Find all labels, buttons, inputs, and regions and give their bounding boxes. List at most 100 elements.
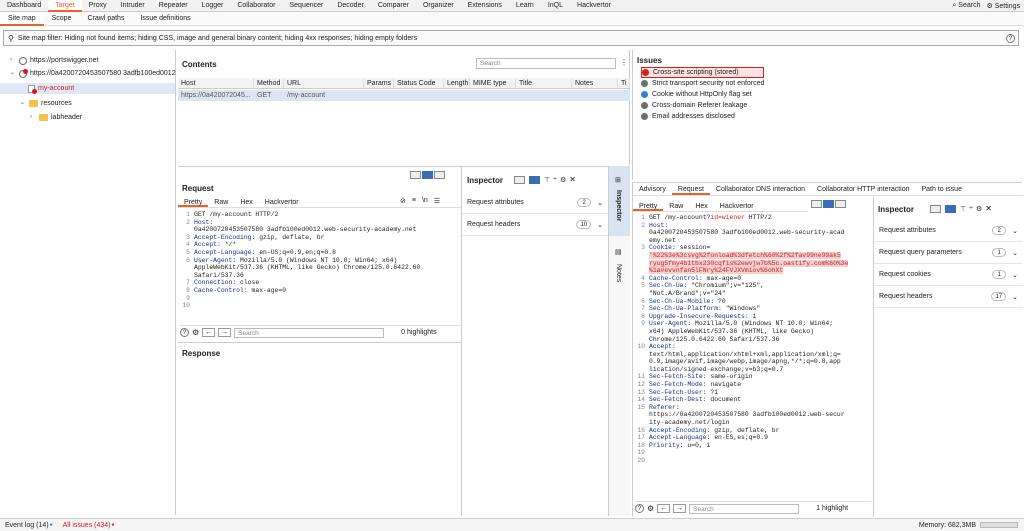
main-tab-inql[interactable]: InQL xyxy=(541,0,570,12)
main-tab-proxy[interactable]: Proxy xyxy=(82,0,114,12)
tree-item-lab-host[interactable]: ⌄ https://0a4200720453507580 3adfb100ed0… xyxy=(10,68,176,79)
column-header[interactable]: Ti xyxy=(618,78,630,88)
tab-pretty[interactable]: Pretty xyxy=(633,201,664,211)
column-header[interactable]: Params xyxy=(364,78,394,88)
inspector-section[interactable]: Request query parameters 1 ⌄ xyxy=(874,242,1023,264)
issue-item[interactable]: Cross-domain Referer leakage xyxy=(641,100,764,111)
more-options-icon[interactable]: ⋮ xyxy=(620,58,628,67)
main-tab-learn[interactable]: Learn xyxy=(509,0,541,12)
event-log-link[interactable]: Event log (14) xyxy=(5,522,49,529)
tab-pretty[interactable]: Pretty xyxy=(178,197,209,207)
tab-hex[interactable]: Hex xyxy=(234,197,258,207)
tree-item-portswigger[interactable]: › https://portswigger.net xyxy=(10,55,98,66)
inspector-section[interactable]: Request cookies 1 ⌄ xyxy=(874,264,1023,286)
close-icon[interactable]: ✕ xyxy=(569,175,576,184)
main-tab-extensions[interactable]: Extensions xyxy=(461,0,509,12)
table-row[interactable]: https://0a420072045... GET /my-account xyxy=(178,90,630,101)
issue-item[interactable]: Strict transport security not enforced xyxy=(641,78,764,89)
align-top-icon[interactable]: ⊤ xyxy=(960,205,966,213)
settings-button[interactable]: ⚙ Settings xyxy=(986,2,1020,10)
menu-icon[interactable]: ☰ xyxy=(434,197,440,205)
arrow-left-icon[interactable]: ← xyxy=(202,328,216,337)
align-middle-icon[interactable]: ÷ xyxy=(969,205,973,212)
tab-advisory[interactable]: Advisory xyxy=(633,184,672,195)
search-button[interactable]: ⌕ Search xyxy=(952,2,980,10)
main-tab-hackvertor[interactable]: Hackvertor xyxy=(570,0,618,12)
eye-off-icon[interactable]: ⊘ xyxy=(400,197,406,205)
sub-tab-issue-definitions[interactable]: Issue definitions xyxy=(132,12,198,26)
main-tab-organizer[interactable]: Organizer xyxy=(416,0,461,12)
column-header[interactable]: Host xyxy=(178,78,254,88)
issue-request-editor[interactable]: 1 GET /my-account?id=wiener HTTP/2 2 Host: 0… xyxy=(635,214,871,465)
column-header[interactable]: Method xyxy=(254,78,284,88)
column-header[interactable]: Notes xyxy=(572,78,618,88)
help-icon[interactable]: ? xyxy=(635,504,644,513)
issue-item[interactable]: Email addresses disclosed xyxy=(641,111,764,122)
main-tab-sequencer[interactable]: Sequencer xyxy=(282,0,330,12)
all-issues-link[interactable]: All issues (434) xyxy=(63,522,111,529)
issue-item[interactable]: Cross-site scripting (stored) xyxy=(641,67,765,78)
newline-icon[interactable]: \n xyxy=(422,197,428,205)
site-map-filter-bar[interactable]: ⚲ Site map filter: Hiding not found item… xyxy=(3,30,1019,46)
inspector-section[interactable]: Request attributes 2 ⌄ xyxy=(874,220,1023,242)
main-tab-repeater[interactable]: Repeater xyxy=(152,0,195,12)
detail-search-input[interactable]: Search xyxy=(689,503,800,514)
layout-icon[interactable] xyxy=(514,175,525,184)
tab-raw[interactable]: Raw xyxy=(663,201,689,211)
main-tab-dashboard[interactable]: Dashboard xyxy=(0,0,48,12)
arrow-right-icon[interactable]: → xyxy=(218,328,232,337)
layout-split-vertical-icon[interactable] xyxy=(823,200,834,208)
tab-request[interactable]: Request xyxy=(671,184,710,195)
arrow-left-icon[interactable]: ← xyxy=(657,504,671,513)
request-editor[interactable]: 1 GET /my-account HTTP/2 2 Host: 0a420072045… xyxy=(180,211,460,310)
request-search-input[interactable]: Search xyxy=(234,327,385,338)
wrap-icon[interactable]: ≡ xyxy=(412,197,416,205)
side-tab-notes-label[interactable]: Notes xyxy=(615,264,622,282)
help-icon[interactable]: ? xyxy=(1006,34,1015,43)
gear-icon[interactable]: ⚙ xyxy=(976,205,982,213)
align-middle-icon[interactable]: ÷ xyxy=(553,176,557,183)
gear-icon[interactable]: ⚙ xyxy=(192,328,199,337)
column-header[interactable]: URL xyxy=(284,78,364,88)
contents-search-input[interactable]: Search xyxy=(476,58,616,69)
tab-collaborator-http-interaction[interactable]: Collaborator HTTP interaction xyxy=(811,184,915,195)
tab-path-to-issue[interactable]: Path to issue xyxy=(916,184,968,195)
layout-tabs-icon[interactable] xyxy=(434,171,445,179)
tab-hex[interactable]: Hex xyxy=(689,201,713,211)
main-tab-comparer[interactable]: Comparer xyxy=(371,0,416,12)
tab-collaborator-dns-interaction[interactable]: Collaborator DNS interaction xyxy=(710,184,811,195)
layout-toggle[interactable] xyxy=(410,171,446,181)
tab-raw[interactable]: Raw xyxy=(208,197,234,207)
layout-toggle[interactable] xyxy=(811,200,847,210)
main-tab-logger[interactable]: Logger xyxy=(195,0,231,12)
inspector-section[interactable]: Request headers 10 ⌄ xyxy=(462,214,608,236)
layout-icon[interactable] xyxy=(930,204,941,213)
tab-hackvertor[interactable]: Hackvertor xyxy=(714,201,760,211)
gear-icon[interactable]: ⚙ xyxy=(560,176,566,184)
layout-split-vertical-icon[interactable] xyxy=(422,171,433,179)
main-tab-decoder[interactable]: Decoder xyxy=(330,0,370,12)
sub-tab-scope[interactable]: Scope xyxy=(44,12,80,26)
help-icon[interactable]: ? xyxy=(180,328,189,337)
notes-icon[interactable]: ▤ xyxy=(615,248,622,256)
layout-icon[interactable] xyxy=(945,204,956,213)
align-top-icon[interactable]: ⊤ xyxy=(544,176,550,184)
tree-item-my-account[interactable]: my-account xyxy=(0,83,175,94)
main-tab-collaborator[interactable]: Collaborator xyxy=(230,0,282,12)
column-header[interactable]: MIME type xyxy=(470,78,516,88)
inspector-section[interactable]: Request headers 17 ⌄ xyxy=(874,286,1023,308)
inspector-section[interactable]: Request attributes 2 ⌄ xyxy=(462,192,608,214)
gear-icon[interactable]: ⚙ xyxy=(647,504,654,513)
main-tab-target[interactable]: Target xyxy=(48,0,82,12)
tree-item-labheader[interactable]: › labheader xyxy=(30,112,82,123)
issue-item[interactable]: Cookie without HttpOnly flag set xyxy=(641,89,764,100)
layout-split-horizontal-icon[interactable] xyxy=(410,171,421,179)
tree-item-resources[interactable]: ⌄ resources xyxy=(20,98,72,109)
layout-tabs-icon[interactable] xyxy=(835,200,846,208)
column-header[interactable]: Length xyxy=(444,78,470,88)
main-tab-intruder[interactable]: Intruder xyxy=(114,0,152,12)
layout-split-horizontal-icon[interactable] xyxy=(811,200,822,208)
sub-tab-crawl-paths[interactable]: Crawl paths xyxy=(79,12,132,26)
arrow-right-icon[interactable]: → xyxy=(673,504,687,513)
close-icon[interactable]: ✕ xyxy=(985,204,992,213)
